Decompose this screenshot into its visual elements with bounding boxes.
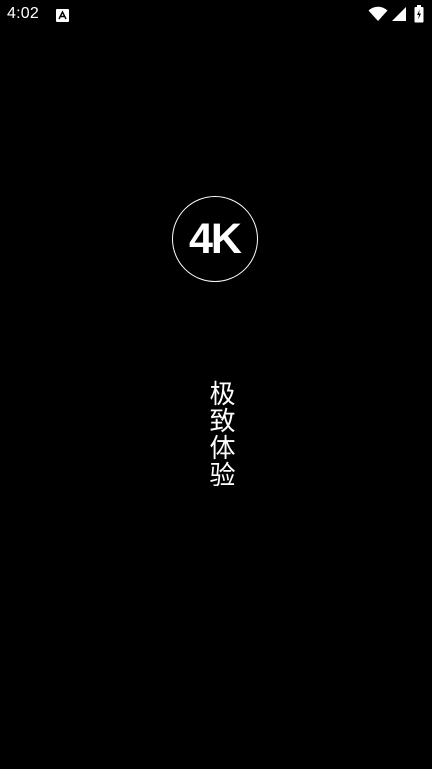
status-bar: 4:02 — [0, 0, 432, 30]
app-notification-icon — [56, 7, 69, 22]
logo-4k: 4K — [172, 196, 258, 282]
wifi-icon — [368, 6, 388, 22]
battery-icon — [414, 5, 424, 23]
status-time: 4:02 — [7, 5, 39, 22]
tagline: 极致体验 — [205, 379, 235, 488]
logo-text: 4K — [189, 214, 242, 263]
cellular-signal-icon — [391, 6, 407, 22]
